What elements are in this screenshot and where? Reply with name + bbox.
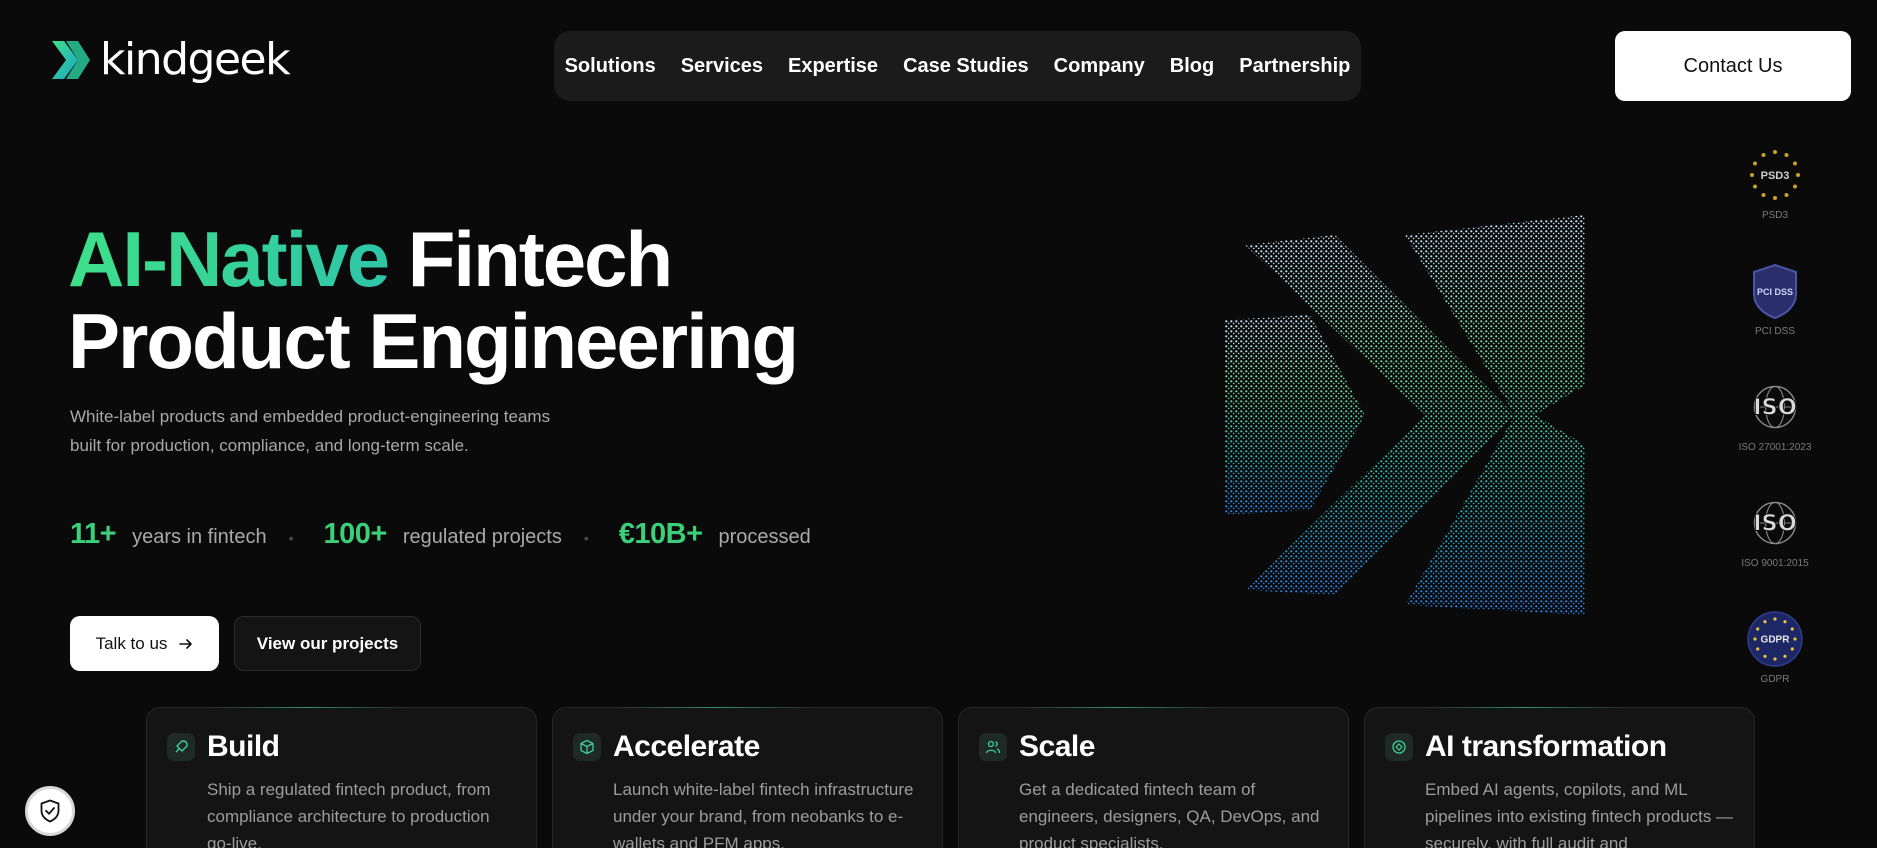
brand-name: kindgeek [100,34,291,85]
hero-stats: 11+ years in fintech • 100+ regulated pr… [70,518,811,551]
talk-to-us-button[interactable]: Talk to us [70,616,219,671]
badge-label: GDPR [1760,674,1790,685]
card-ai-transformation[interactable]: AI transformation Embed AI agents, copil… [1364,707,1755,848]
svg-text:ISO: ISO [1753,394,1797,420]
badge-psd3: PSD3 PSD3 [1730,146,1820,221]
svg-text:GDPR: GDPR [1761,635,1791,646]
rocket-icon [167,733,195,761]
badge-label: ISO 27001:2023 [1738,442,1812,453]
stat-label: years in fintech [132,526,267,548]
nav-item-partnership[interactable]: Partnership [1239,55,1350,78]
badge-label: PCI DSS [1754,326,1795,337]
card-accelerate[interactable]: Accelerate Launch white-label fintech in… [552,707,943,848]
card-scale[interactable]: Scale Get a dedicated fintech team of en… [958,707,1349,848]
nav-item-blog[interactable]: Blog [1170,55,1214,78]
hero-title-line1-rest: Fintech [388,215,673,303]
card-description: Embed AI agents, copilots, and ML pipeli… [1425,780,1734,848]
badge-iso-27001: ISO ISO 27001:2023 [1730,378,1820,453]
stat-label: processed [718,526,811,548]
iso-badge-icon: ISO [1746,494,1804,552]
view-projects-button[interactable]: View our projects [234,616,421,671]
talk-to-us-label: Talk to us [95,633,168,653]
badge-gdpr: GDPR GDPR [1730,610,1820,685]
brand-logo[interactable]: kindgeek [50,34,291,85]
stat-separator: • [583,530,589,546]
stat-value: 100+ [323,518,388,550]
stat-value: 11+ [70,518,117,550]
svg-text:ISO: ISO [1753,510,1797,536]
badge-pci-dss: PCI DSS PCI DSS [1730,262,1820,337]
hero-title-line2: Product Engineering [68,297,799,385]
card-title: AI transformation [1425,730,1667,763]
hero-subtitle: White-label products and embedded produc… [70,402,630,460]
card-build[interactable]: Build Ship a regulated fintech product, … [146,707,537,848]
main-nav: Solutions Services Expertise Case Studie… [554,31,1361,101]
svg-text:PCI DSS: PCI DSS [1757,287,1793,297]
pci-dss-badge-icon: PCI DSS [1746,262,1804,320]
hero-title: AI-Native Fintech Product Engineering [68,215,799,385]
stat-separator: • [288,530,294,546]
svg-text:PSD3: PSD3 [1761,170,1790,182]
nav-item-expertise[interactable]: Expertise [788,55,878,78]
arrow-right-icon [179,638,193,649]
ai-brain-icon [1385,733,1413,761]
stat-label: regulated projects [402,526,562,548]
psd3-badge-icon: PSD3 [1746,146,1804,204]
badge-label: PSD3 [1761,210,1789,221]
iso-badge-icon: ISO [1746,378,1804,436]
card-description: Get a dedicated fintech team of engineer… [1019,780,1320,848]
card-title: Build [207,730,280,763]
card-description: Ship a regulated fintech product, from c… [207,780,491,848]
hero-chevron-particles-graphic [1225,215,1585,615]
cube-icon [573,733,601,761]
users-icon [979,733,1007,761]
badge-label: ISO 9001:2015 [1741,558,1809,569]
gdpr-badge-icon: GDPR [1746,610,1804,668]
shield-check-icon [40,799,60,823]
hero-subtitle-line2: built for production, compliance, and lo… [70,436,469,455]
privacy-settings-button[interactable] [25,786,75,836]
hero-subtitle-line1: White-label products and embedded produc… [70,407,551,426]
nav-item-case-studies[interactable]: Case Studies [903,55,1029,78]
contact-us-button[interactable]: Contact Us [1615,31,1851,101]
card-title: Scale [1019,730,1095,763]
card-description: Launch white-label fintech infrastructur… [613,780,914,848]
stat-value: €10B+ [618,518,703,550]
kindgeek-logo-icon [52,41,90,79]
nav-item-services[interactable]: Services [681,55,763,78]
nav-item-solutions[interactable]: Solutions [565,55,656,78]
card-title: Accelerate [613,730,760,763]
nav-item-company[interactable]: Company [1054,55,1145,78]
hero-title-accent: AI-Native [68,215,390,303]
badge-iso-9001: ISO ISO 9001:2015 [1730,494,1820,569]
